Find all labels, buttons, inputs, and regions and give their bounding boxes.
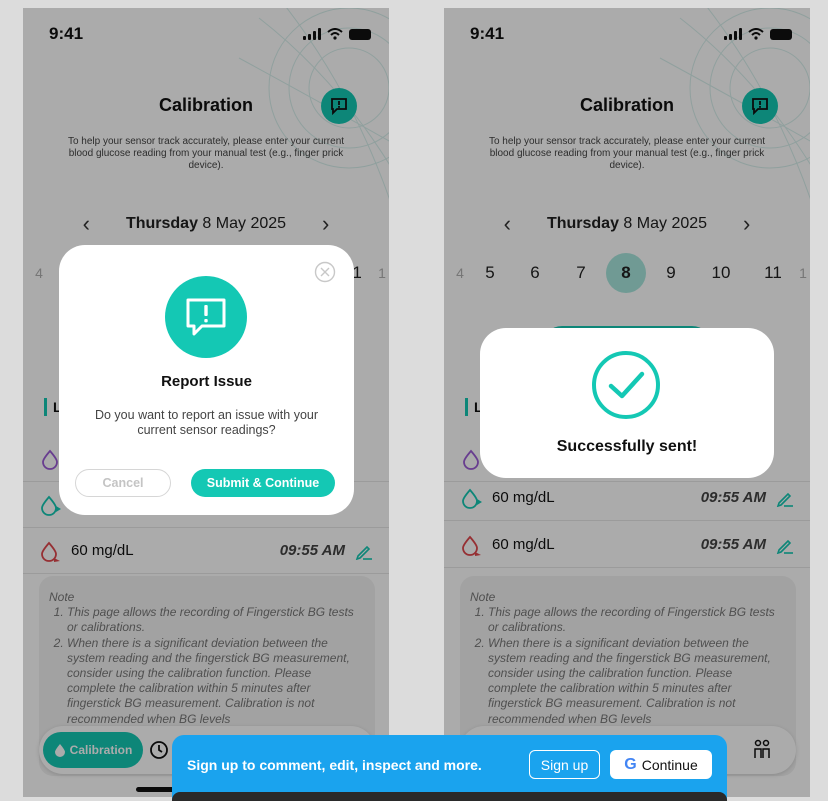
report-badge bbox=[165, 276, 247, 358]
phone-screen-report: 9:41 Calibration To help your sensor tra… bbox=[23, 8, 389, 797]
banner-footer-strip bbox=[172, 792, 727, 801]
dialog-title: Report Issue bbox=[161, 373, 252, 390]
signup-banner-text: Sign up to comment, edit, inspect and mo… bbox=[187, 757, 482, 773]
continue-with-google-button[interactable]: G Continue bbox=[610, 750, 712, 779]
signup-banner: Sign up to comment, edit, inspect and mo… bbox=[172, 735, 727, 801]
google-icon: G bbox=[624, 755, 637, 773]
report-bubble-icon bbox=[186, 298, 226, 336]
phone-screen-success: 9:41 Calibration To help your sensor tra… bbox=[444, 8, 810, 797]
dialog-text: Do you want to report an issue with your… bbox=[94, 408, 319, 437]
success-dialog: Successfully sent! bbox=[480, 328, 774, 478]
success-message: Successfully sent! bbox=[556, 438, 698, 455]
continue-label: Continue bbox=[641, 756, 698, 773]
sign-up-button[interactable]: Sign up bbox=[529, 750, 600, 779]
check-circle-icon bbox=[592, 351, 660, 419]
report-issue-dialog: Report Issue Do you want to report an is… bbox=[59, 245, 354, 515]
close-icon[interactable] bbox=[314, 261, 336, 283]
submit-continue-button[interactable]: Submit & Continue bbox=[191, 469, 335, 497]
cancel-button[interactable]: Cancel bbox=[75, 469, 171, 497]
